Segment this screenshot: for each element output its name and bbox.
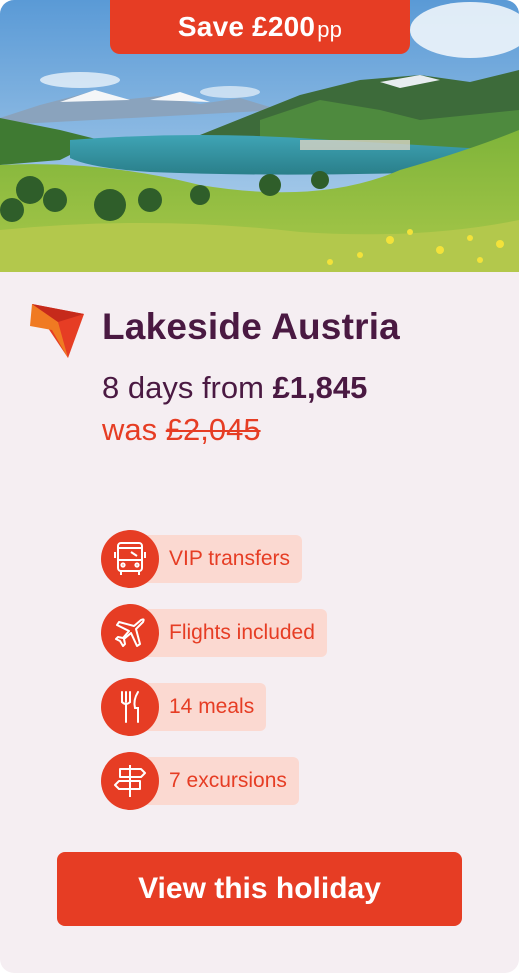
was-label: was	[102, 412, 166, 447]
feature-label: Flights included	[131, 609, 327, 657]
was-price-line: was £2,045	[102, 412, 261, 448]
bus-icon	[101, 530, 159, 588]
price-value: £1,845	[272, 370, 368, 405]
signpost-icon	[101, 752, 159, 810]
brand-arrow-icon	[30, 304, 84, 358]
holiday-title: Lakeside Austria	[102, 306, 400, 347]
price-line: 8 days from £1,845	[102, 370, 367, 406]
save-badge: Save £200 pp	[110, 0, 410, 54]
view-holiday-button[interactable]: View this holiday	[57, 852, 462, 926]
plane-icon	[101, 604, 159, 662]
save-label: Save £200	[177, 11, 316, 42]
per-person-label: pp	[317, 17, 343, 42]
duration-label: 8 days from	[102, 370, 273, 405]
old-price-value: £2,045	[165, 412, 261, 447]
cutlery-icon	[101, 678, 159, 736]
holiday-card[interactable]: Save £200 pp Lakeside Austria 8 days from…	[0, 0, 519, 973]
